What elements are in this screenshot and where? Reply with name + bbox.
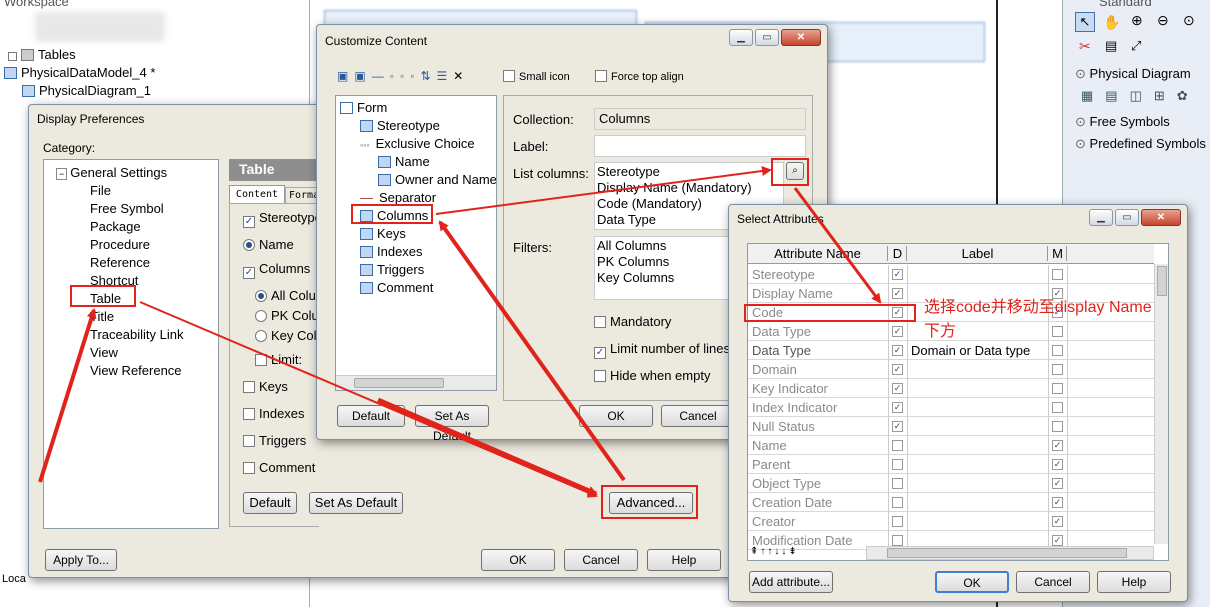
arrow-to-table <box>38 308 97 483</box>
arrow-columns-to-button <box>435 166 772 215</box>
annotation-arrows <box>38 166 882 498</box>
arrow-button-to-code <box>793 187 882 304</box>
arrow-bold-to-advanced <box>377 397 598 497</box>
